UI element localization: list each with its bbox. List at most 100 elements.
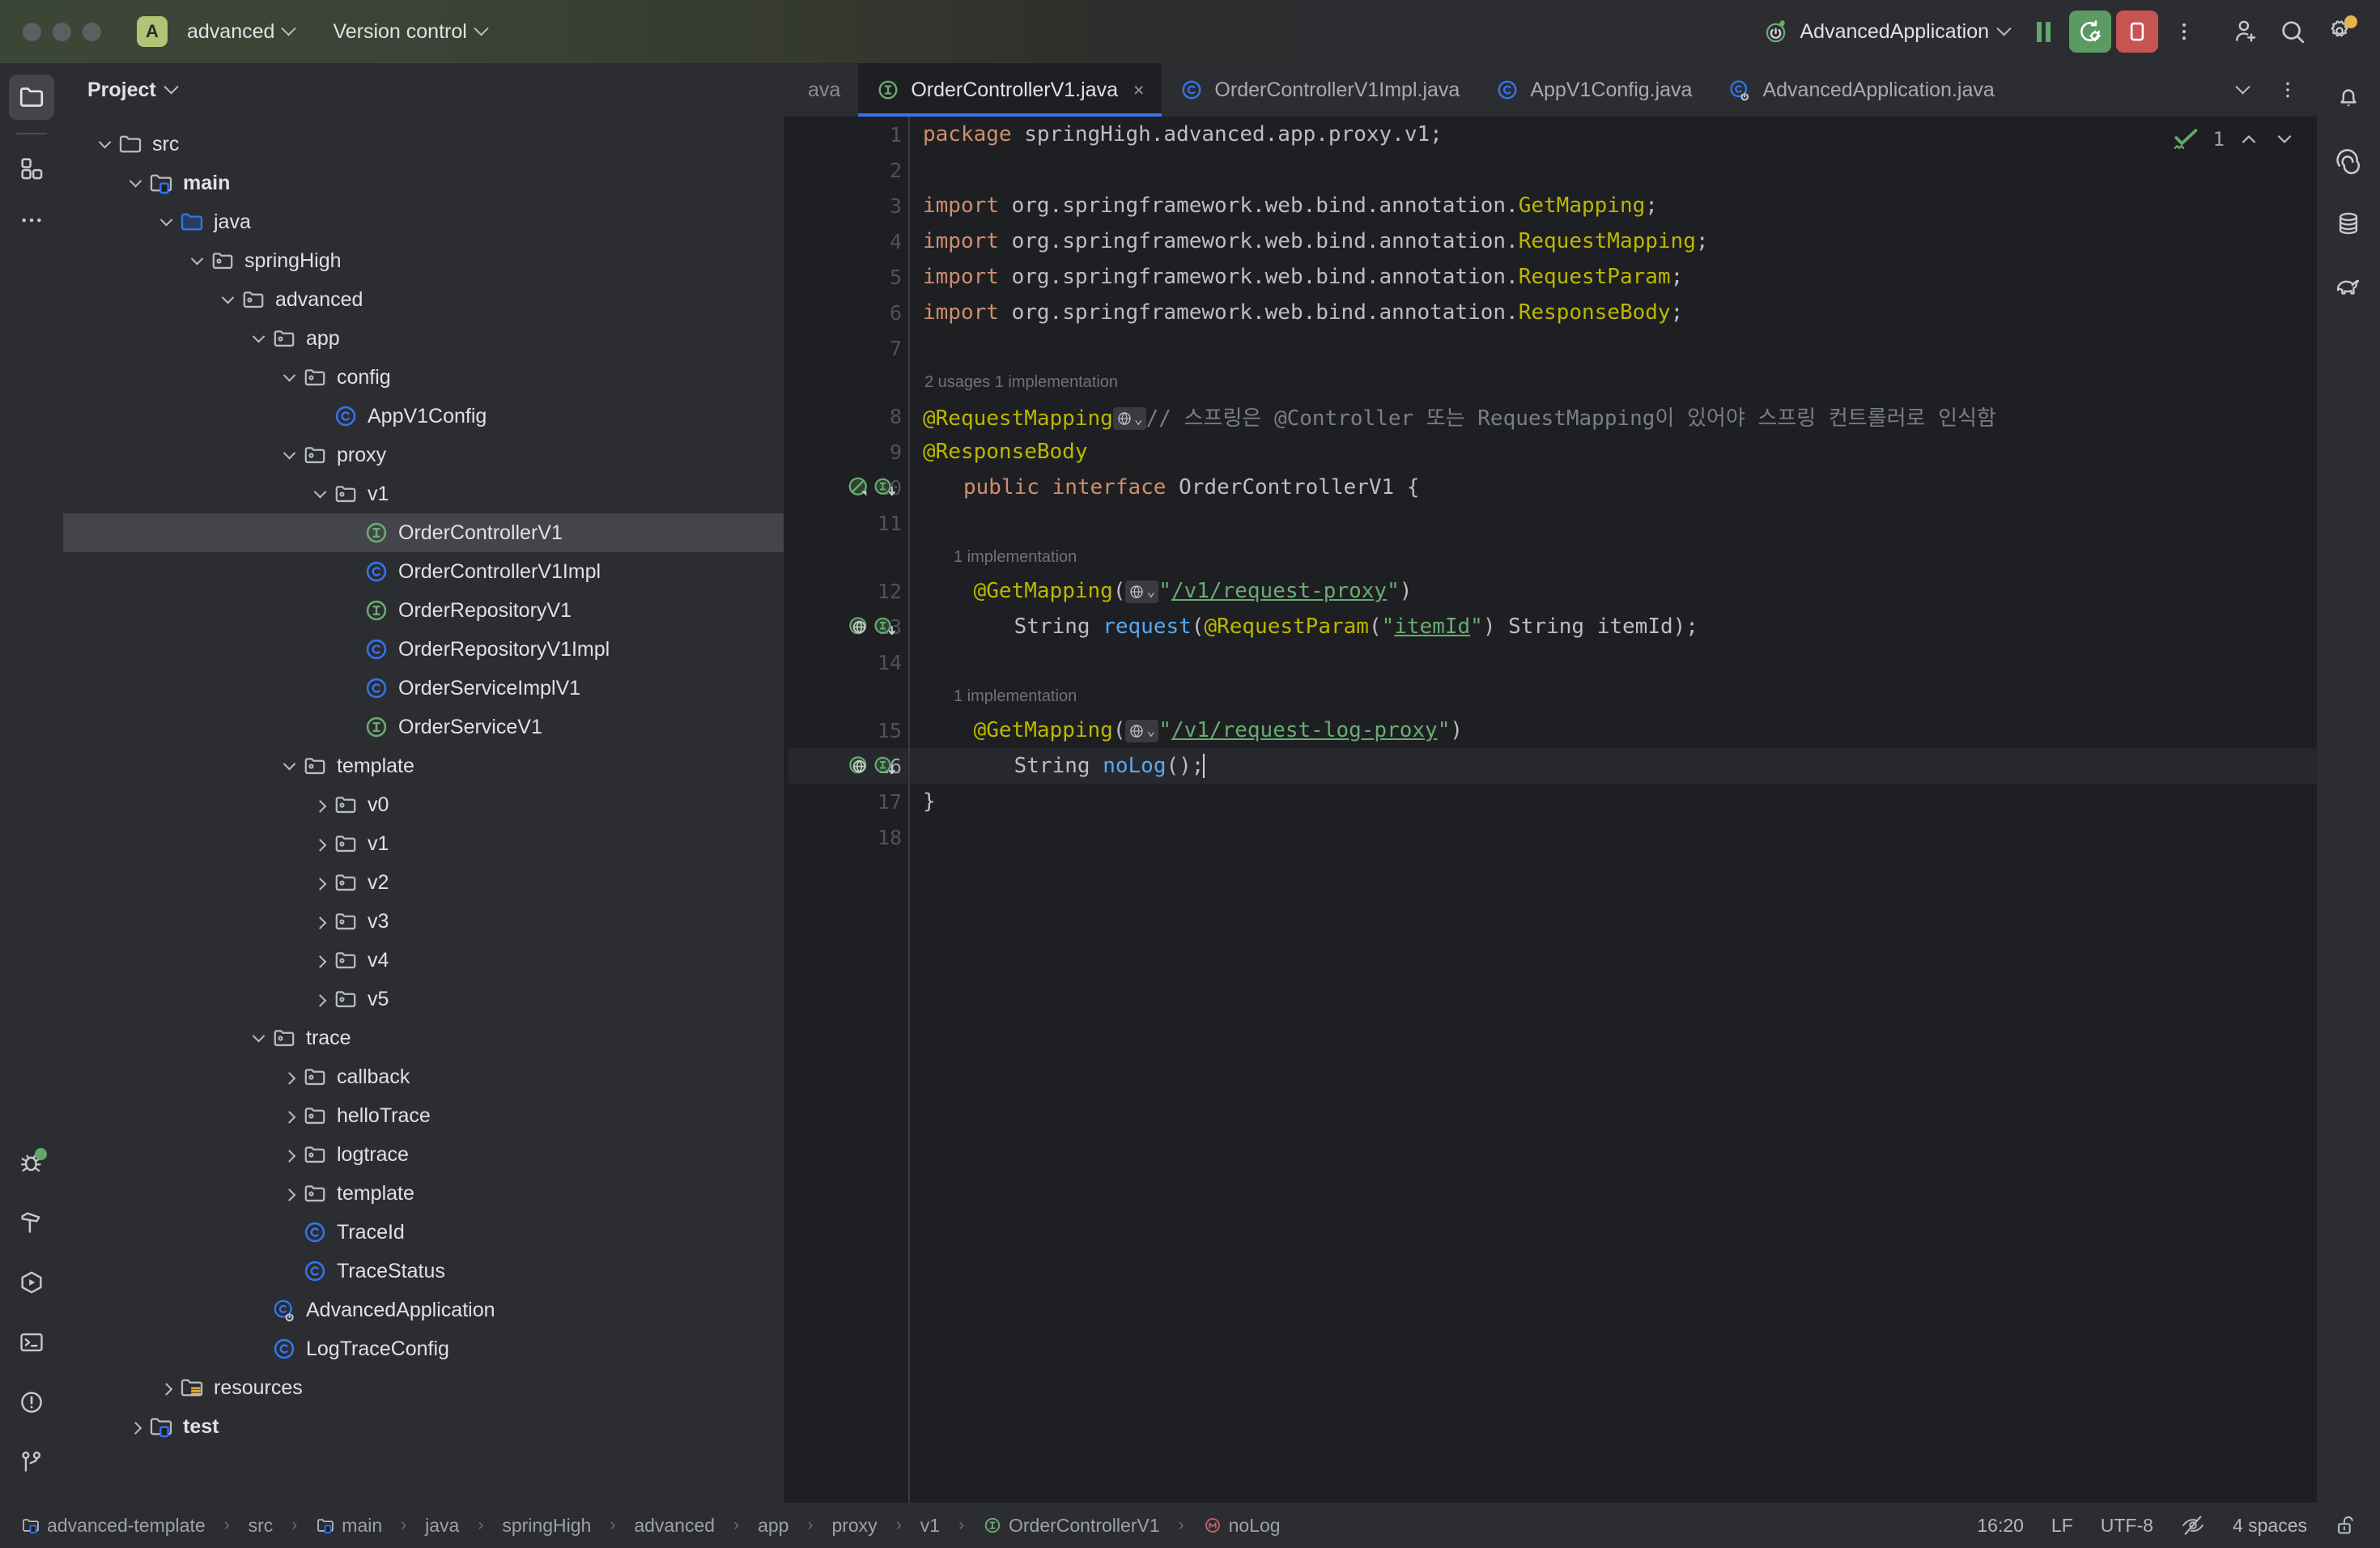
- code-line[interactable]: 18: [788, 819, 2317, 855]
- editor-tab-ordercontrollerv1impl[interactable]: OrderControllerV1Impl.java: [1162, 63, 1477, 117]
- code-line[interactable]: 17}: [788, 784, 2317, 819]
- build-tool-window-button[interactable]: [9, 1200, 54, 1245]
- web-mapping-icon[interactable]: [847, 754, 871, 778]
- tree-item-ordercontrollerv1[interactable]: OrderControllerV1: [63, 513, 784, 552]
- collapse-arrow-icon[interactable]: [277, 443, 301, 467]
- close-tab-icon[interactable]: ×: [1133, 79, 1144, 101]
- code-vision-hint[interactable]: 1 implementation: [918, 548, 1077, 567]
- code-vision-hint[interactable]: 2 usages 1 implementation: [918, 373, 1118, 392]
- settings-button[interactable]: [2318, 11, 2361, 53]
- implemented-by-icon[interactable]: [873, 475, 897, 500]
- web-mapping-inlay[interactable]: ⌄: [1125, 719, 1159, 742]
- run-tool-window-button[interactable]: [9, 1260, 54, 1305]
- rerun-debug-button[interactable]: [2069, 11, 2111, 53]
- chevron-down-icon[interactable]: [164, 79, 179, 94]
- breadcrumb-item[interactable]: OrderControllerV1: [983, 1515, 1160, 1537]
- editor-tab-partial[interactable]: ava: [784, 63, 858, 117]
- expand-arrow-icon[interactable]: [308, 793, 332, 817]
- web-mapping-inlay[interactable]: ⌄: [1112, 407, 1146, 430]
- tree-item-orderrepositoryv1impl[interactable]: OrderRepositoryV1Impl: [63, 630, 784, 669]
- pause-button[interactable]: [2022, 11, 2064, 53]
- code-line[interactable]: 4 import org.springframework.web.bind.ann…: [788, 223, 2317, 259]
- tree-item-src[interactable]: src: [63, 125, 784, 164]
- collapse-arrow-icon[interactable]: [154, 210, 178, 234]
- tree-item-app[interactable]: app: [63, 319, 784, 358]
- web-mapping-icon[interactable]: [847, 615, 871, 639]
- chevron-up-icon[interactable]: [2238, 128, 2260, 151]
- expand-arrow-icon[interactable]: [154, 1376, 178, 1400]
- spring-tool-window-button[interactable]: [2326, 138, 2371, 183]
- tree-item-v1[interactable]: v1: [63, 474, 784, 513]
- tree-item-v2[interactable]: v2: [63, 863, 784, 902]
- tree-item-trace[interactable]: trace: [63, 1019, 784, 1057]
- implemented-by-icon[interactable]: [873, 754, 897, 778]
- breadcrumb-item[interactable]: advanced: [634, 1515, 715, 1537]
- indent-setting[interactable]: 4 spaces: [2233, 1515, 2307, 1537]
- tree-item-orderserviceimplv1[interactable]: OrderServiceImplV1: [63, 669, 784, 708]
- tree-item-tracestatus[interactable]: TraceStatus: [63, 1252, 784, 1291]
- tree-item-java[interactable]: java: [63, 202, 784, 241]
- more-tool-windows-button[interactable]: [9, 198, 54, 243]
- code-line[interactable]: 13 String request(@RequestParam("itemId"…: [788, 609, 2317, 644]
- breadcrumb[interactable]: advanced-template › src › main › java › springHi…: [21, 1515, 1281, 1537]
- tree-item-main[interactable]: main: [63, 164, 784, 202]
- tree-item-resources[interactable]: resources: [63, 1368, 784, 1407]
- breadcrumb-item[interactable]: java: [425, 1515, 459, 1537]
- breadcrumb-item[interactable]: springHigh: [502, 1515, 591, 1537]
- expand-arrow-icon[interactable]: [277, 1104, 301, 1128]
- code-line[interactable]: 16 String noLog();: [788, 748, 2317, 784]
- collapse-arrow-icon[interactable]: [277, 365, 301, 389]
- run-configuration-selector[interactable]: AdvancedApplication: [1755, 13, 2018, 50]
- code-line[interactable]: 10public interface OrderControllerV1 {: [788, 470, 2317, 505]
- project-tool-window-button[interactable]: [9, 74, 54, 120]
- editor-tab-ordercontrollerv1[interactable]: OrderControllerV1.java ×: [858, 63, 1162, 117]
- no-instance-icon[interactable]: [847, 475, 871, 500]
- maximize-window-button[interactable]: [83, 22, 101, 41]
- file-encoding[interactable]: UTF-8: [2101, 1515, 2153, 1537]
- code-line[interactable]: 12 @GetMapping(⌄ "/v1/request-proxy"): [788, 573, 2317, 609]
- expand-arrow-icon[interactable]: [308, 870, 332, 895]
- problems-tool-window-button[interactable]: [9, 1380, 54, 1425]
- more-actions-button[interactable]: [2163, 11, 2205, 53]
- breadcrumb-item[interactable]: advanced-template: [21, 1515, 206, 1537]
- tree-item-proxy[interactable]: proxy: [63, 436, 784, 474]
- line-separator[interactable]: LF: [2051, 1515, 2073, 1537]
- code-line[interactable]: 7: [788, 330, 2317, 366]
- collapse-arrow-icon[interactable]: [92, 132, 117, 156]
- tree-item-logtrace[interactable]: logtrace: [63, 1135, 784, 1174]
- collapse-arrow-icon[interactable]: [215, 287, 240, 312]
- tree-item-template[interactable]: template: [63, 1174, 784, 1213]
- tree-item-v4[interactable]: v4: [63, 941, 784, 980]
- commit-tool-window-button[interactable]: [9, 146, 54, 191]
- database-tool-window-button[interactable]: [2326, 201, 2371, 246]
- close-window-button[interactable]: [23, 22, 41, 41]
- code-line[interactable]: 3 import org.springframework.web.bind.ann…: [788, 188, 2317, 223]
- collapse-arrow-icon[interactable]: [277, 754, 301, 778]
- expand-arrow-icon[interactable]: [308, 831, 332, 856]
- breadcrumb-item[interactable]: main: [316, 1515, 382, 1537]
- collapse-arrow-icon[interactable]: [123, 171, 147, 195]
- breadcrumb-item[interactable]: v1: [920, 1515, 940, 1537]
- editor-tab-advancedapplication[interactable]: AdvancedApplication.java: [1710, 63, 2012, 117]
- tree-item-springhigh[interactable]: springHigh: [63, 241, 784, 280]
- project-tree[interactable]: src main java springHigh advanced app config Ap…: [63, 117, 784, 1503]
- editor-tab-bar[interactable]: ava OrderControllerV1.java × OrderControll…: [784, 63, 2317, 117]
- tree-item-advancedapplication[interactable]: AdvancedApplication: [63, 1291, 784, 1329]
- collapse-arrow-icon[interactable]: [308, 482, 332, 506]
- code-line[interactable]: 1 package springHigh.advanced.app.proxy.v…: [788, 117, 2317, 152]
- tree-item-ordercontrollerv1impl[interactable]: OrderControllerV1Impl: [63, 552, 784, 591]
- caret-position[interactable]: 16:20: [1977, 1515, 2024, 1537]
- expand-arrow-icon[interactable]: [277, 1181, 301, 1206]
- tree-item-appv1config[interactable]: AppV1Config: [63, 397, 784, 436]
- breadcrumb-item[interactable]: app: [758, 1515, 788, 1537]
- editor-body[interactable]: 1 1 package springHigh.advanced.app.proxy…: [784, 117, 2317, 1503]
- code-line[interactable]: 6 import org.springframework.web.bind.ann…: [788, 295, 2317, 330]
- tree-item-traceid[interactable]: TraceId: [63, 1213, 784, 1252]
- tree-item-orderrepositoryv1[interactable]: OrderRepositoryV1: [63, 591, 784, 630]
- breadcrumb-item[interactable]: noLog: [1203, 1515, 1281, 1537]
- tree-item-v1[interactable]: v1: [63, 824, 784, 863]
- debug-tool-window-button[interactable]: [9, 1140, 54, 1185]
- tree-item-config[interactable]: config: [63, 358, 784, 397]
- terminal-tool-window-button[interactable]: [9, 1320, 54, 1365]
- expand-arrow-icon[interactable]: [277, 1065, 301, 1089]
